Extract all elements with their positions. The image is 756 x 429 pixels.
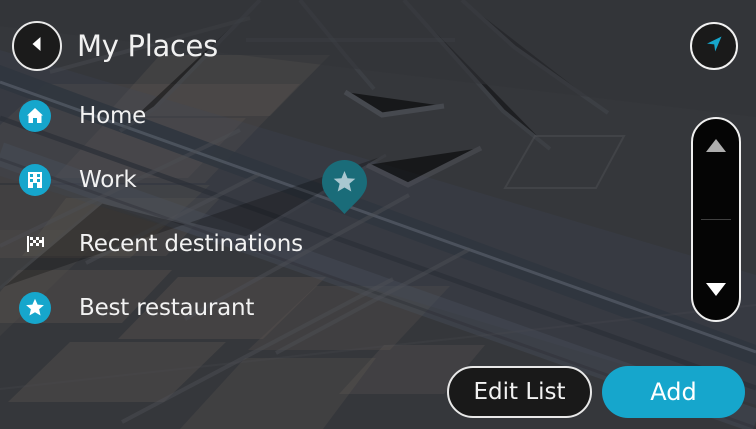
place-label: Home	[79, 103, 147, 129]
back-button[interactable]	[12, 21, 62, 71]
place-label: Work	[79, 167, 137, 193]
navigation-arrow-icon	[703, 33, 725, 59]
scroll-down-button[interactable]	[693, 220, 739, 320]
place-recent-destinations[interactable]: Recent destinations	[18, 212, 348, 276]
edit-list-button[interactable]: Edit List	[447, 366, 592, 418]
place-work[interactable]: Work	[18, 148, 348, 212]
home-icon	[18, 99, 52, 133]
chevron-down-icon	[704, 280, 728, 302]
current-location-button[interactable]	[690, 22, 738, 70]
place-label: Best restaurant	[79, 295, 255, 321]
place-label: Recent destinations	[79, 231, 303, 257]
back-arrow-icon	[27, 34, 47, 58]
chevron-up-icon	[704, 137, 728, 159]
map-location-marker[interactable]	[320, 158, 369, 216]
list-scroll-control	[691, 117, 741, 322]
star-icon	[18, 291, 52, 325]
place-home[interactable]: Home	[18, 84, 348, 148]
page-title: My Places	[77, 28, 218, 63]
place-best-restaurant[interactable]: Best restaurant	[18, 276, 348, 340]
scroll-up-button[interactable]	[693, 119, 739, 219]
my-places-screen: My Places Home Work Recent destinations …	[0, 0, 756, 429]
top-bar: My Places	[12, 21, 218, 71]
add-button[interactable]: Add	[602, 366, 745, 418]
building-icon	[18, 163, 52, 197]
places-list: Home Work Recent destinations Best resta…	[18, 84, 348, 340]
checkered-flag-icon	[18, 227, 52, 261]
